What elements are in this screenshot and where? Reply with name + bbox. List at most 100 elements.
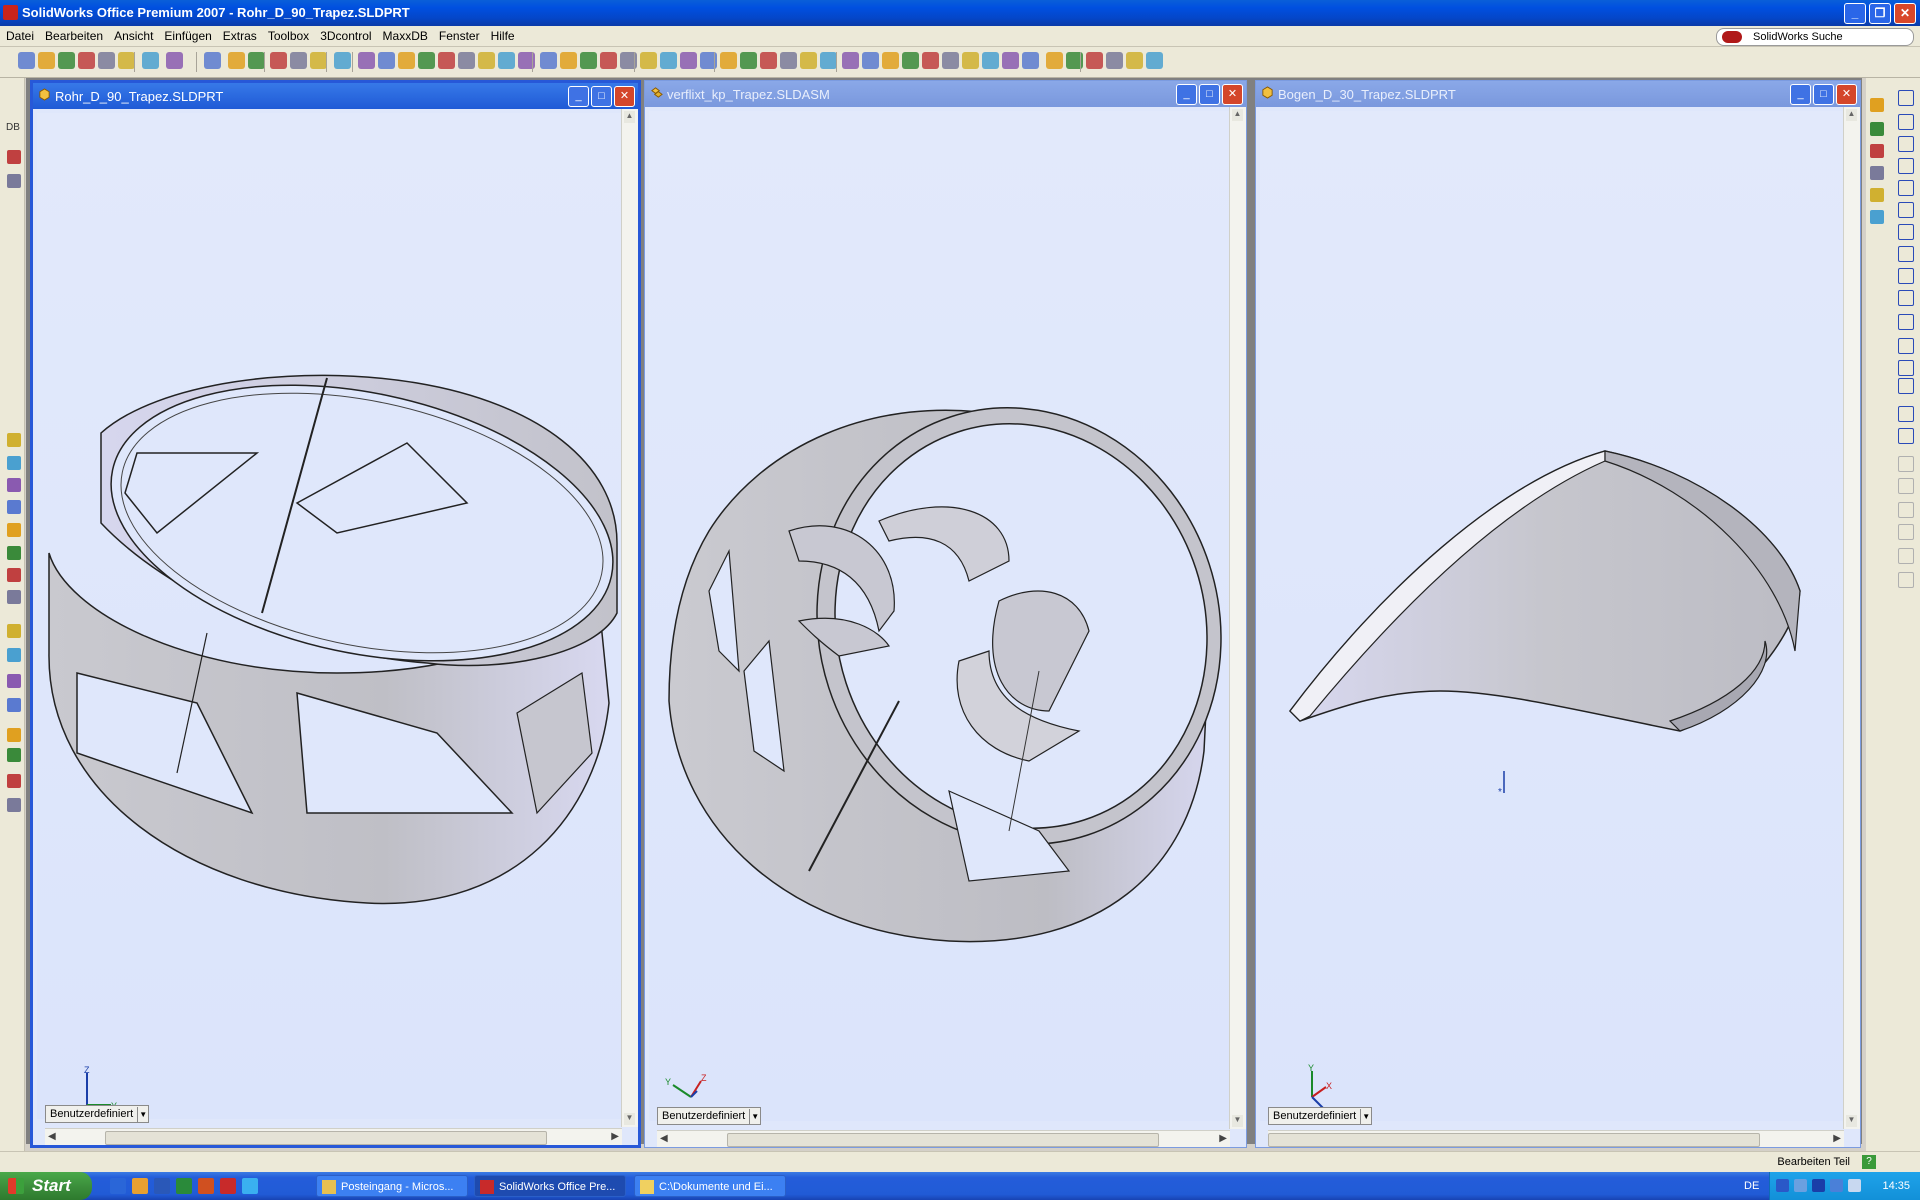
tray-app-icon[interactable]	[1830, 1179, 1843, 1192]
scroll-right-arrow[interactable]: ▶	[1219, 1133, 1227, 1144]
toolbar-tool-icon[interactable]	[166, 52, 183, 69]
quicklaunch-ie-icon[interactable]	[110, 1178, 126, 1194]
left-rail-tool-icon[interactable]	[7, 648, 21, 662]
toolbar-tool-icon[interactable]	[248, 52, 265, 69]
window-close-button[interactable]: ✕	[1222, 84, 1243, 105]
scroll-up-arrow[interactable]: ▲	[1846, 109, 1857, 121]
window-maximize-button[interactable]: □	[1199, 84, 1220, 105]
toolbar-tool-icon[interactable]	[310, 52, 327, 69]
sketch-tool-icon[interactable]	[1898, 136, 1914, 152]
graphics-viewport[interactable]: * Y X Z	[1260, 111, 1844, 1121]
scroll-thumb[interactable]	[105, 1131, 547, 1145]
horizontal-scrollbar[interactable]: ◀ ▶	[1268, 1130, 1844, 1147]
sketch-tool-icon[interactable]	[1898, 478, 1914, 494]
task-solidworks[interactable]: SolidWorks Office Pre...	[474, 1175, 626, 1197]
sketch-tool-icon[interactable]	[1898, 158, 1914, 174]
configuration-dropdown[interactable]: Benutzerdefiniert ▼	[45, 1105, 150, 1123]
scroll-right-arrow[interactable]: ▶	[1833, 1133, 1841, 1144]
menu-datei[interactable]: Datei	[0, 26, 39, 43]
toolbar-tool-icon[interactable]	[560, 52, 577, 69]
document-window-bogen[interactable]: Bogen_D_30_Trapez.SLDPRT _ □ ✕ * Y X Z	[1255, 80, 1861, 1148]
task-pane-tab-icon[interactable]	[1870, 98, 1884, 112]
toolbar-tool-icon[interactable]	[358, 52, 375, 69]
sketch-tool-icon[interactable]	[1898, 378, 1914, 394]
help-icon[interactable]: ?	[1862, 1155, 1876, 1169]
document-window-verflixt[interactable]: verflixt_kp_Trapez.SLDASM _ □ ✕ Y Z ▲ ▼ …	[644, 80, 1247, 1148]
toolbar-tool-icon[interactable]	[118, 52, 135, 69]
left-rail-tool-icon[interactable]	[7, 698, 21, 712]
configuration-dropdown[interactable]: Benutzerdefiniert ▼	[1268, 1107, 1373, 1125]
solidworks-app-icon[interactable]	[3, 5, 18, 20]
arc-model-bogen[interactable]: *	[1260, 111, 1846, 1121]
sketch-tool-icon[interactable]	[1898, 572, 1914, 588]
toolbar-tool-icon[interactable]	[740, 52, 757, 69]
quicklaunch-solidworks-icon[interactable]	[220, 1178, 236, 1194]
window-close-button[interactable]: ✕	[614, 86, 635, 107]
toolbar-tool-icon[interactable]	[98, 52, 115, 69]
task-outlook[interactable]: Posteingang - Micros...	[316, 1175, 468, 1197]
window-title-bar[interactable]: Rohr_D_90_Trapez.SLDPRT _ □ ✕	[33, 83, 638, 109]
horizontal-scrollbar[interactable]: ◀ ▶	[657, 1130, 1230, 1147]
sketch-tool-icon[interactable]	[1898, 202, 1914, 218]
configuration-dropdown[interactable]: Benutzerdefiniert ▼	[657, 1107, 762, 1125]
toolbar-tool-icon[interactable]	[680, 52, 697, 69]
left-rail-tool-icon[interactable]	[7, 478, 21, 492]
left-rail-tool-icon[interactable]	[7, 500, 21, 514]
sketch-tool-icon[interactable]	[1898, 90, 1914, 106]
sketch-tool-icon[interactable]	[1898, 268, 1914, 284]
scroll-down-arrow[interactable]: ▼	[624, 1113, 635, 1125]
window-maximize-button[interactable]: □	[1813, 84, 1834, 105]
toolbar-tool-icon[interactable]	[922, 52, 939, 69]
task-pane-tab-icon[interactable]	[1870, 122, 1884, 136]
quicklaunch-word-icon[interactable]	[154, 1178, 170, 1194]
toolbar-tool-icon[interactable]	[862, 52, 879, 69]
task-pane-tab-icon[interactable]	[1870, 188, 1884, 202]
scroll-thumb[interactable]	[727, 1133, 1159, 1147]
sketch-tool-icon[interactable]	[1898, 502, 1914, 518]
left-rail-tool-icon[interactable]	[7, 674, 21, 688]
toolbar-tool-icon[interactable]	[640, 52, 657, 69]
left-rail-tool-icon[interactable]	[7, 728, 21, 742]
scroll-right-arrow[interactable]: ▶	[611, 1131, 619, 1142]
menu-ansicht[interactable]: Ansicht	[108, 26, 158, 43]
toolbar-tool-icon[interactable]	[800, 52, 817, 69]
toolbar-tool-icon[interactable]	[438, 52, 455, 69]
toolbar-tool-icon[interactable]	[204, 52, 221, 69]
quicklaunch-excel-icon[interactable]	[176, 1178, 192, 1194]
window-close-button[interactable]: ✕	[1836, 84, 1857, 105]
toolbar-tool-icon[interactable]	[1002, 52, 1019, 69]
toolbar-tool-icon[interactable]	[228, 52, 245, 69]
toolbar-tool-icon[interactable]	[334, 52, 351, 69]
vertical-scrollbar[interactable]: ▲ ▼	[1229, 107, 1246, 1129]
sketch-tool-icon[interactable]	[1898, 456, 1914, 472]
toolbar-tool-icon[interactable]	[458, 52, 475, 69]
window-title-bar[interactable]: verflixt_kp_Trapez.SLDASM _ □ ✕	[645, 81, 1246, 107]
left-rail-tool-icon[interactable]	[7, 456, 21, 470]
start-button[interactable]: Start	[0, 1172, 92, 1200]
pipe-model-rohr[interactable]	[37, 113, 628, 1123]
toolbar-tool-icon[interactable]	[942, 52, 959, 69]
toolbar-tool-icon[interactable]	[478, 52, 495, 69]
left-rail-tool-icon[interactable]	[7, 748, 21, 762]
task-pane-tab-icon[interactable]	[1870, 166, 1884, 180]
toolbar-tool-icon[interactable]	[962, 52, 979, 69]
sketch-tool-icon[interactable]	[1898, 180, 1914, 196]
sketch-tool-icon[interactable]	[1898, 246, 1914, 262]
menu-extras[interactable]: Extras	[217, 26, 262, 43]
menu-maxxdb[interactable]: MaxxDB	[377, 26, 433, 43]
document-window-rohr[interactable]: Rohr_D_90_Trapez.SLDPRT _ □ ✕ Z ▲ ▼ Benu…	[30, 80, 641, 1148]
db-label[interactable]: DB	[6, 122, 20, 133]
solidworks-search-box[interactable]: SolidWorks Suche	[1716, 28, 1914, 46]
sketch-tool-icon[interactable]	[1898, 224, 1914, 240]
horizontal-scrollbar[interactable]: ◀ ▶	[45, 1128, 622, 1145]
menu-fenster[interactable]: Fenster	[433, 26, 485, 43]
scroll-thumb[interactable]	[1268, 1133, 1760, 1147]
scroll-up-arrow[interactable]: ▲	[624, 111, 635, 123]
toolbar-tool-icon[interactable]	[1126, 52, 1143, 69]
menu-bearbeiten[interactable]: Bearbeiten	[39, 26, 108, 43]
scroll-left-arrow[interactable]: ◀	[660, 1133, 668, 1144]
sketch-tool-icon[interactable]	[1898, 548, 1914, 564]
task-pane-tab-icon[interactable]	[1870, 144, 1884, 158]
window-minimize-button[interactable]: _	[1790, 84, 1811, 105]
toolbar-tool-icon[interactable]	[660, 52, 677, 69]
